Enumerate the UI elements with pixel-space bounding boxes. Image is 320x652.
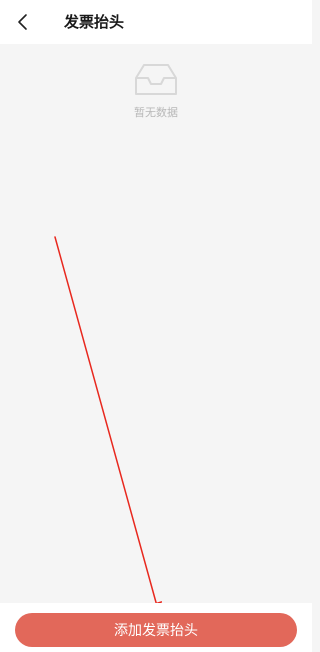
nav-bar: 发票抬头 bbox=[0, 0, 312, 44]
empty-message: 暂无数据 bbox=[134, 106, 178, 119]
chevron-left-icon bbox=[18, 14, 27, 30]
empty-inbox-icon bbox=[135, 64, 177, 95]
empty-state: 暂无数据 bbox=[0, 62, 312, 120]
page-title: 发票抬头 bbox=[64, 13, 125, 31]
bottom-action-bar: 添加发票抬头 bbox=[0, 603, 312, 652]
back-button[interactable] bbox=[8, 6, 36, 38]
add-invoice-header-button[interactable]: 添加发票抬头 bbox=[15, 613, 297, 647]
